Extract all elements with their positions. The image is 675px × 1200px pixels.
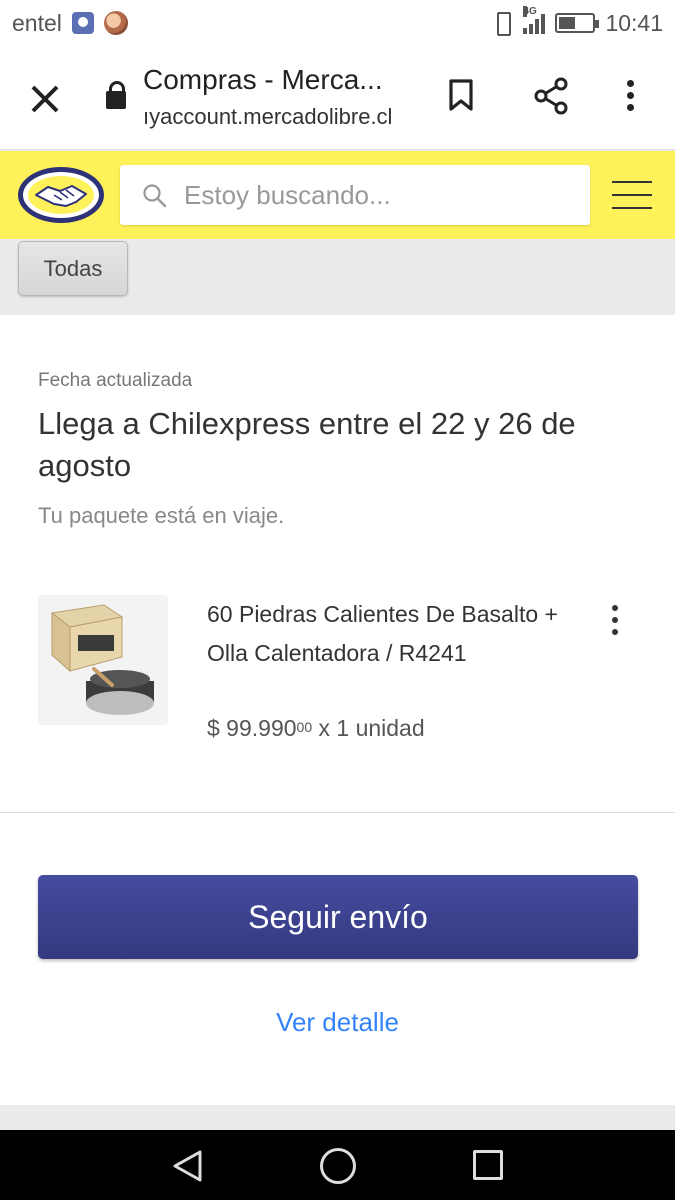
app-notification-icon — [71, 12, 94, 34]
clock: 10:41 — [605, 9, 663, 36]
vibrate-icon — [491, 11, 513, 36]
filter-chip-all[interactable]: Todas — [18, 241, 128, 296]
view-detail-link[interactable]: Ver detalle — [0, 1007, 675, 1038]
share-icon[interactable] — [532, 76, 570, 116]
avatar-notification-icon — [103, 11, 128, 35]
lock-icon — [106, 81, 126, 109]
bookmark-icon[interactable] — [448, 78, 474, 112]
product-title[interactable]: 60 Piedras Calientes De Basalto + Olla C… — [207, 595, 577, 673]
divider — [0, 812, 675, 813]
signal-icon: 4G — [523, 6, 546, 34]
back-icon[interactable] — [170, 1148, 206, 1184]
price-line: $ 99.99000 x 1 unidad — [207, 715, 425, 742]
browser-toolbar: Compras - Merca... ıyaccount.mercadolibr… — [0, 46, 675, 150]
search-bar — [120, 165, 590, 225]
page-title[interactable]: Compras - Merca... — [143, 64, 413, 96]
mercadolibre-logo[interactable] — [16, 165, 106, 225]
search-input[interactable] — [184, 165, 574, 225]
close-icon[interactable] — [28, 82, 62, 116]
home-icon[interactable] — [320, 1148, 356, 1184]
price-main: $ 99.990 — [207, 715, 297, 741]
battery-icon — [555, 13, 600, 33]
page-url[interactable]: ıyaccount.mercadolibre.cl — [143, 104, 413, 130]
date-label: Fecha actualizada — [38, 370, 193, 391]
filter-bar: Todas — [0, 240, 675, 315]
network-type-label: 4G — [523, 6, 537, 17]
shipment-status: Tu paquete está en viaje. — [38, 503, 285, 528]
quantity-text: x 1 unidad — [318, 715, 425, 741]
price-cents: 00 — [296, 719, 313, 735]
purchase-card: Fecha actualizada Llega a Chilexpress en… — [0, 315, 675, 1105]
carrier-label: entel — [12, 9, 62, 36]
site-header — [0, 151, 675, 239]
track-shipment-button[interactable]: Seguir envío — [38, 875, 638, 959]
search-icon[interactable] — [142, 183, 168, 209]
product-thumbnail[interactable] — [38, 595, 168, 725]
item-menu-icon[interactable] — [605, 603, 625, 637]
system-nav-bar — [0, 1130, 675, 1200]
recents-icon[interactable] — [473, 1150, 503, 1180]
hamburger-icon[interactable] — [612, 181, 652, 211]
menu-dots-icon[interactable] — [620, 78, 642, 114]
status-bar: entel 4G 10:41 — [0, 0, 675, 46]
delivery-headline: Llega a Chilexpress entre el 22 y 26 de … — [38, 406, 576, 483]
